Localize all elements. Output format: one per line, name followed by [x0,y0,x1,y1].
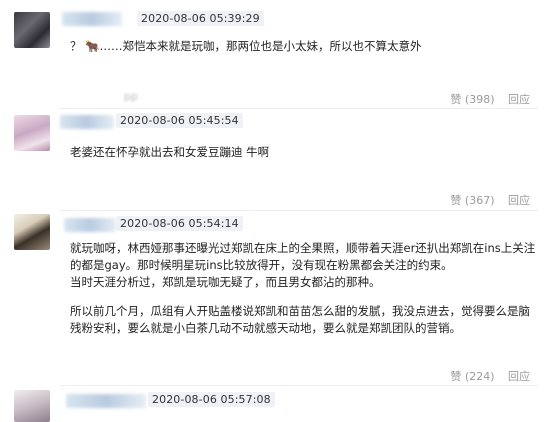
comment-text: 老婆还在怀孕就出去和女爱豆蹦迪 牛啊 [70,144,269,161]
username-blurred[interactable] [62,12,122,26]
username-blurred[interactable] [66,394,146,408]
reply-button[interactable]: 回应 [508,370,530,383]
comment-line: 所以前几个月，瓜组有人开贴盖楼说郑凯和苗苗怎么甜的发腻，我没点进去，觉得要么是脑 [70,304,530,318]
reply-button[interactable]: 回应 [508,194,530,207]
comment-line: ？ 🐂……郑恺本来就是玩咖，那两位也是小太妹，所以也不算太意外 [70,39,422,53]
avatar[interactable] [14,390,50,422]
avatar[interactable] [14,214,50,250]
comment-line: 就玩咖呀，林西娅那事还曝光过郑凯在床上的全果照，顺带着天涯er还扒出郑凯在ins… [70,241,536,255]
comment-line: 老婆还在怀孕就出去和女爱豆蹦迪 牛啊 [70,145,270,159]
divider [60,210,538,211]
reply-button[interactable]: 回应 [508,93,530,106]
comment-timestamp: 2020-08-06 05:57:08 [148,392,275,407]
like-button[interactable]: 赞 (367) [450,194,494,207]
comment-timestamp: 2020-08-06 05:45:54 [116,113,243,128]
comment-actions: 赞 (224) 回应 [450,368,530,384]
comment-actions: 赞 (367) 回应 [450,192,530,208]
username-blurred[interactable] [60,115,114,129]
avatar[interactable] [14,115,50,151]
comment-actions: 赞 (398) 回应 [450,91,530,107]
comment-line-spacer [70,291,540,303]
username-blurred[interactable] [64,218,116,232]
comment-timestamp: 2020-08-06 05:54:14 [116,216,243,231]
avatar[interactable] [14,12,50,48]
username-blurred-fragment: pp [124,90,138,103]
comment-text: 就玩咖呀，林西娅那事还曝光过郑凯在床上的全果照，顺带着天涯er还扒出郑凯在ins… [70,240,540,337]
like-button[interactable]: 赞 (398) [450,93,494,106]
comment-text: ？ 🐂……郑恺本来就是玩咖，那两位也是小太妹，所以也不算太意外 [70,38,421,55]
divider [60,108,538,109]
like-button[interactable]: 赞 (224) [450,370,494,383]
comment-line: 残粉安利，要么就是小白茶几动不动就感天动地，要么就是郑凯团队的营销。 [70,321,461,335]
comment-line: 当时天涯分析过，郑凯是玩咖无疑了，而且男女都沾的那种。 [70,275,381,289]
divider [60,385,538,386]
comment-line: 的都是gay。那时候明星玩ins比较放得开，没有现在粉黑都会关注的约束。 [70,258,453,272]
comment-timestamp: 2020-08-06 05:39:29 [137,11,264,26]
